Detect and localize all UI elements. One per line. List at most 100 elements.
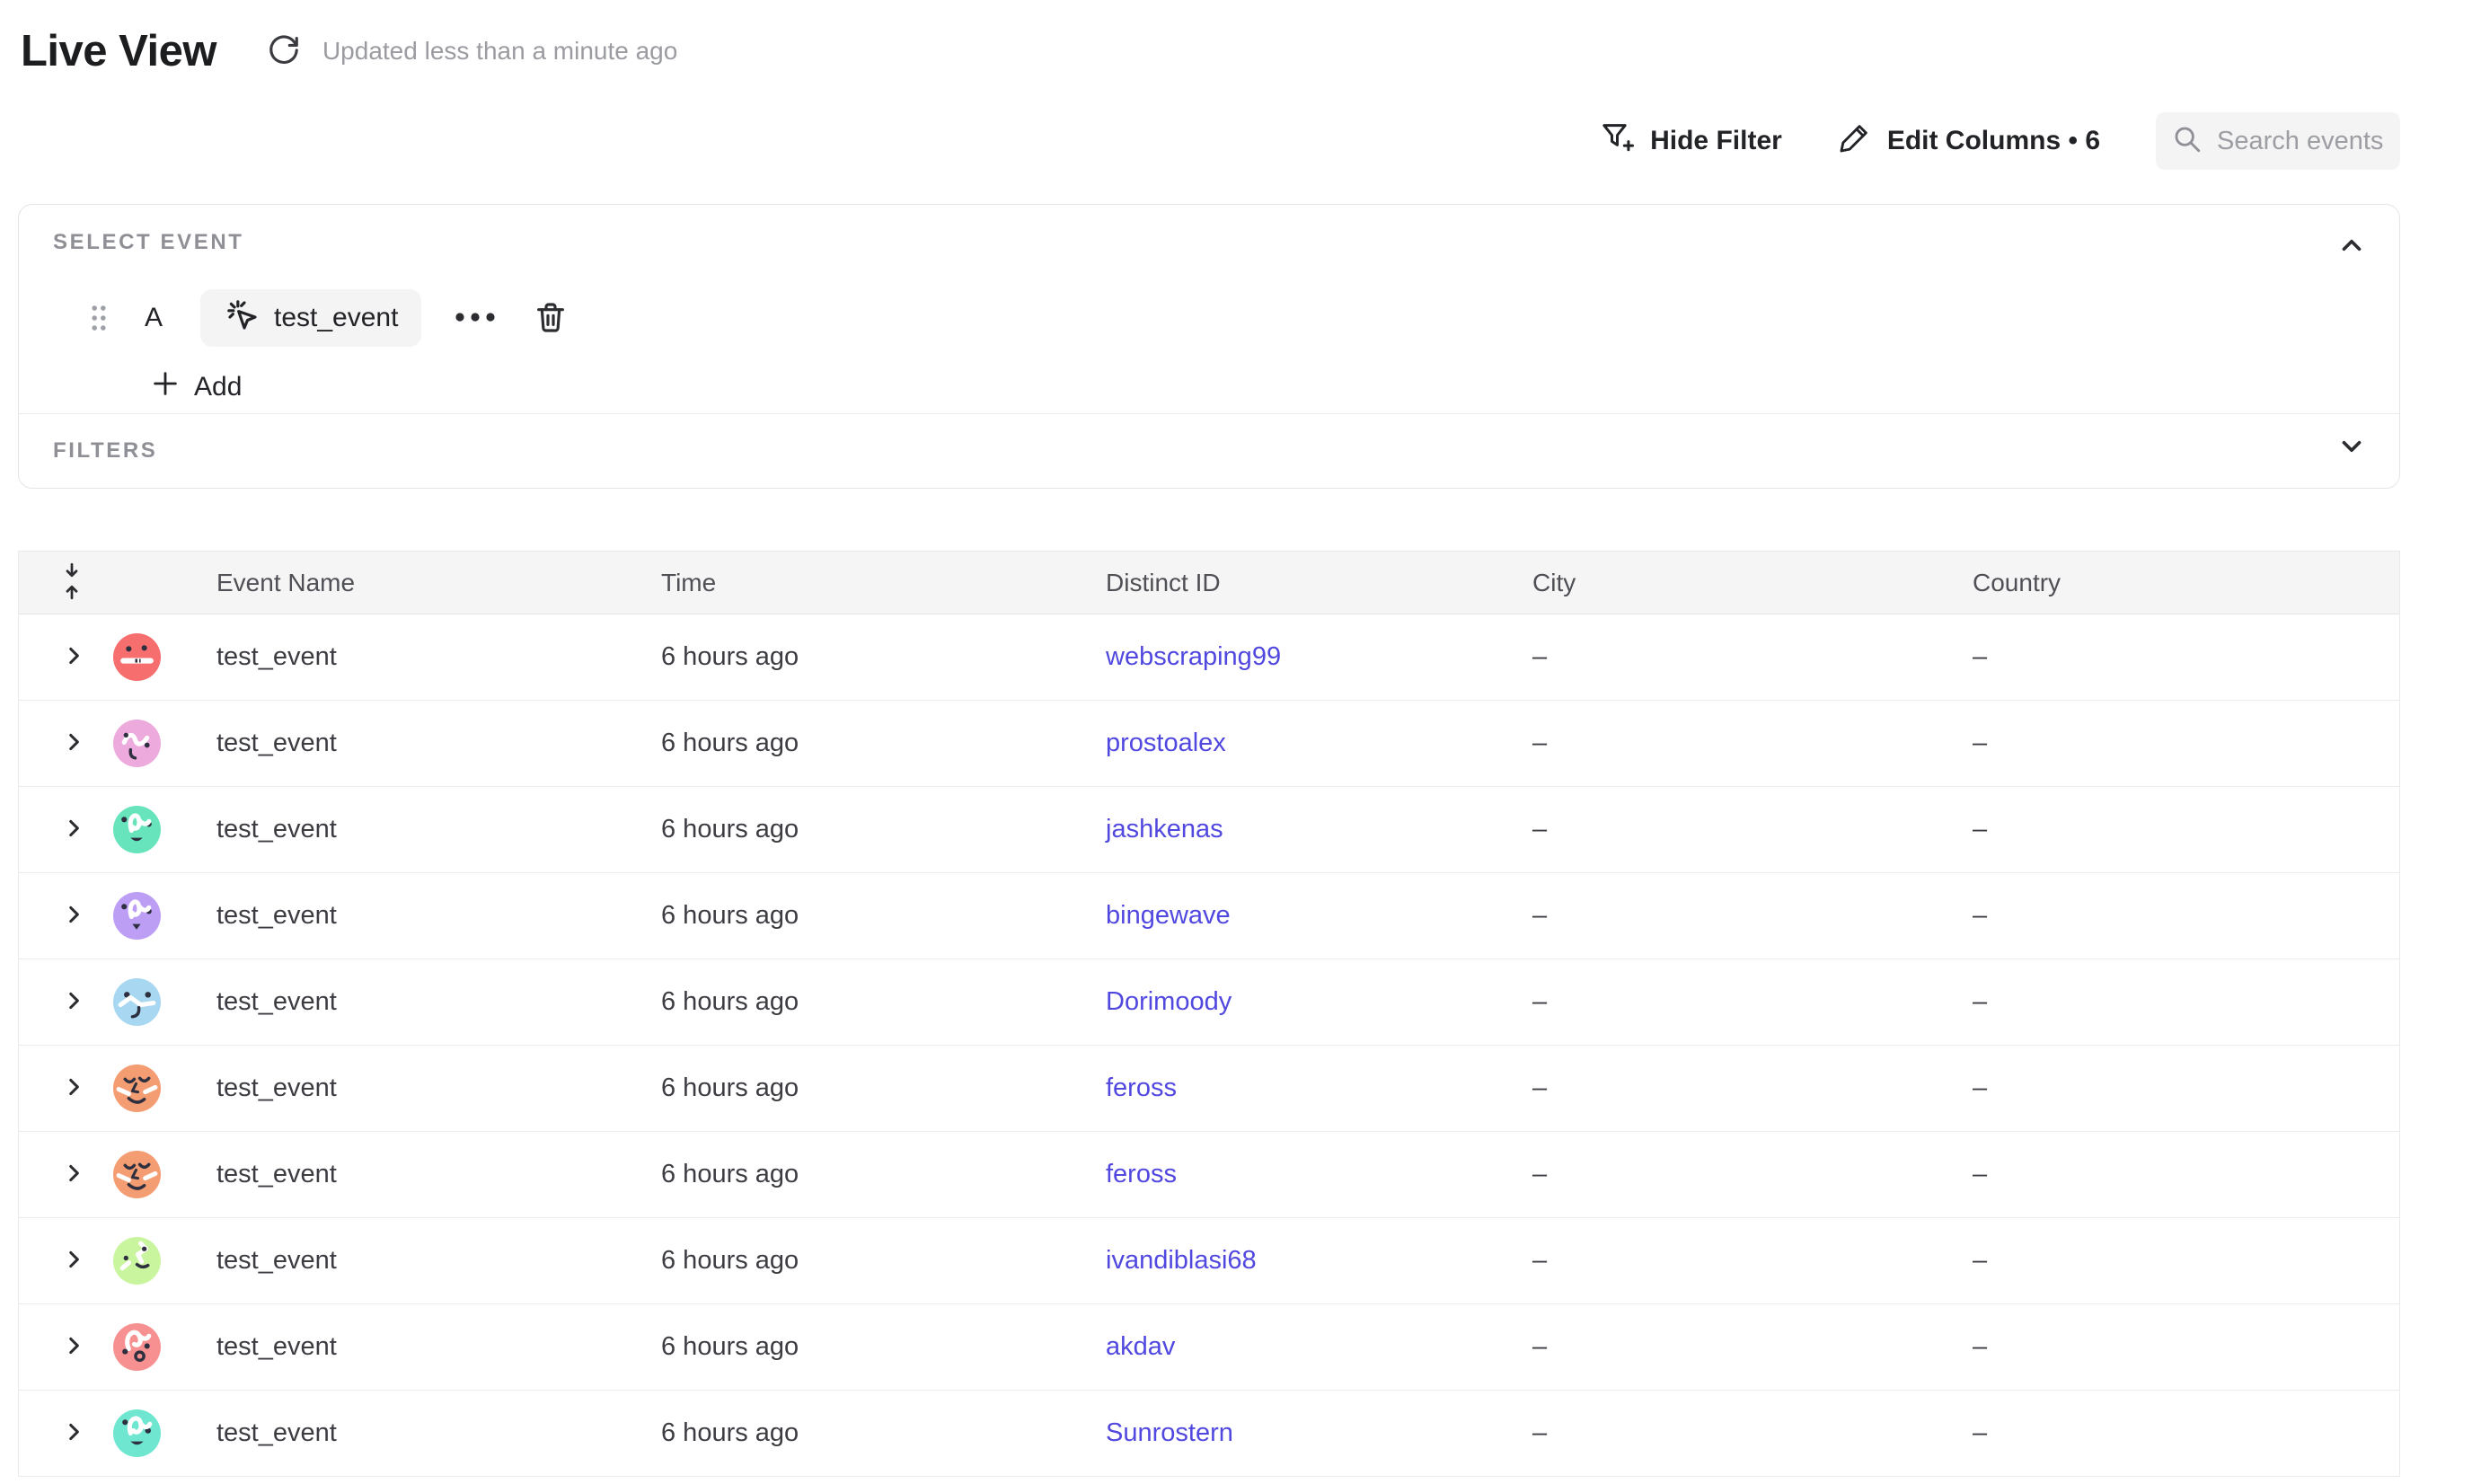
time-cell: 6 hours ago [661, 1073, 1106, 1103]
table-row[interactable]: test_event 6 hours ago prostoalex – – [19, 701, 2399, 787]
search-icon [2172, 124, 2203, 159]
avatar [113, 1237, 161, 1285]
country-cell: – [1973, 1073, 2399, 1103]
city-cell: – [1532, 1073, 1973, 1103]
distinct-id-link[interactable]: akdav [1106, 1332, 1175, 1361]
distinct-id-link[interactable]: feross [1106, 1160, 1177, 1188]
expand-row-button[interactable] [58, 1244, 89, 1277]
chevron-right-icon [62, 1162, 85, 1188]
table-row[interactable]: test_event 6 hours ago bingewave – – [19, 873, 2399, 959]
distinct-id-link[interactable]: prostoalex [1106, 729, 1226, 757]
expand-row-button[interactable] [58, 1158, 89, 1191]
refresh-button[interactable] [267, 33, 301, 70]
column-header-time: Time [661, 569, 1106, 597]
time-cell: 6 hours ago [661, 729, 1106, 758]
time-cell: 6 hours ago [661, 642, 1106, 672]
cursor-click-icon [224, 296, 260, 340]
expand-filters-button[interactable] [2331, 426, 2372, 470]
expand-row-button[interactable] [58, 1417, 89, 1450]
table-row[interactable]: test_event 6 hours ago akdav – – [19, 1304, 2399, 1391]
chevron-down-icon [2336, 431, 2367, 464]
country-cell: – [1973, 1246, 2399, 1276]
expand-row-button[interactable] [58, 813, 89, 846]
event-name-cell: test_event [216, 1160, 661, 1189]
chevron-right-icon [62, 730, 85, 756]
updated-status: Updated less than a minute ago [322, 37, 677, 66]
city-cell: – [1532, 1332, 1973, 1362]
event-row: A test_event [53, 289, 2318, 347]
distinct-id-link[interactable]: Sunrostern [1106, 1418, 1233, 1447]
search-box [2156, 112, 2400, 170]
column-header-city: City [1532, 569, 1973, 597]
expand-row-button[interactable] [58, 727, 89, 760]
table-row[interactable]: test_event 6 hours ago feross – – [19, 1046, 2399, 1132]
add-button-label: Add [194, 372, 242, 402]
distinct-id-link[interactable]: bingewave [1106, 901, 1231, 930]
event-name-cell: test_event [216, 642, 661, 672]
event-name-cell: test_event [216, 729, 661, 758]
event-name-cell: test_event [216, 1332, 661, 1362]
time-cell: 6 hours ago [661, 1246, 1106, 1276]
refresh-icon [267, 33, 301, 70]
chevron-right-icon [62, 644, 85, 670]
expand-row-button[interactable] [58, 985, 89, 1019]
city-cell: – [1532, 729, 1973, 758]
chevron-up-icon [2336, 230, 2367, 263]
city-cell: – [1532, 1418, 1973, 1448]
distinct-id-link[interactable]: feross [1106, 1073, 1177, 1102]
city-cell: – [1532, 1246, 1973, 1276]
filters-section: FILTERS [19, 414, 2399, 488]
trash-icon [533, 299, 569, 338]
event-options-button[interactable] [446, 304, 504, 333]
delete-event-button[interactable] [527, 294, 574, 343]
add-event-button[interactable]: Add [150, 368, 242, 406]
distinct-id-link[interactable]: Dorimoody [1106, 987, 1232, 1016]
event-selector-button[interactable]: test_event [200, 289, 421, 347]
hide-filter-button[interactable]: Hide Filter [1599, 119, 1782, 163]
distinct-id-link[interactable]: webscraping99 [1106, 642, 1281, 671]
table-row[interactable]: test_event 6 hours ago ivandiblasi68 – – [19, 1218, 2399, 1304]
table-row[interactable]: test_event 6 hours ago jashkenas – – [19, 787, 2399, 873]
toolbar: Hide Filter Edit Columns • 6 [0, 111, 2400, 171]
expand-row-button[interactable] [58, 899, 89, 932]
country-cell: – [1973, 729, 2399, 758]
expand-row-button[interactable] [58, 1330, 89, 1364]
query-builder-panel: SELECT EVENT A test_event [18, 204, 2400, 489]
expand-row-button[interactable] [58, 1072, 89, 1105]
city-cell: – [1532, 901, 1973, 931]
time-cell: 6 hours ago [661, 1160, 1106, 1189]
page-title: Live View [21, 26, 216, 76]
collapse-rows-button[interactable] [58, 561, 85, 604]
collapse-select-event-button[interactable] [2331, 225, 2372, 269]
chevron-right-icon [62, 903, 85, 929]
city-cell: – [1532, 815, 1973, 844]
distinct-id-link[interactable]: ivandiblasi68 [1106, 1246, 1257, 1275]
column-header-distinct-id: Distinct ID [1106, 569, 1532, 597]
more-options-icon [454, 311, 497, 326]
chevron-right-icon [62, 1075, 85, 1101]
expand-row-button[interactable] [58, 640, 89, 674]
table-row[interactable]: test_event 6 hours ago Sunrostern – – [19, 1391, 2399, 1477]
select-event-section: SELECT EVENT A test_event [19, 205, 2399, 414]
time-cell: 6 hours ago [661, 1418, 1106, 1448]
country-cell: – [1973, 815, 2399, 844]
table-row[interactable]: test_event 6 hours ago webscraping99 – – [19, 614, 2399, 701]
table-row[interactable]: test_event 6 hours ago feross – – [19, 1132, 2399, 1218]
time-cell: 6 hours ago [661, 987, 1106, 1017]
edit-columns-button[interactable]: Edit Columns • 6 [1838, 120, 2100, 162]
table-body: test_event 6 hours ago webscraping99 – – [19, 614, 2399, 1477]
chevron-right-icon [62, 989, 85, 1015]
avatar [113, 806, 161, 853]
collapse-vertical-icon [58, 561, 85, 604]
pencil-icon [1838, 120, 1872, 162]
select-event-label: SELECT EVENT [53, 230, 2318, 255]
table-row[interactable]: test_event 6 hours ago Dorimoody – – [19, 959, 2399, 1046]
event-name-cell: test_event [216, 901, 661, 931]
distinct-id-link[interactable]: jashkenas [1106, 815, 1223, 844]
column-header-country: Country [1973, 569, 2399, 597]
search-events-input[interactable] [2215, 126, 2386, 157]
drag-handle-icon[interactable] [89, 302, 109, 334]
avatar [113, 1151, 161, 1198]
plus-icon [150, 368, 181, 406]
avatar [113, 720, 161, 767]
